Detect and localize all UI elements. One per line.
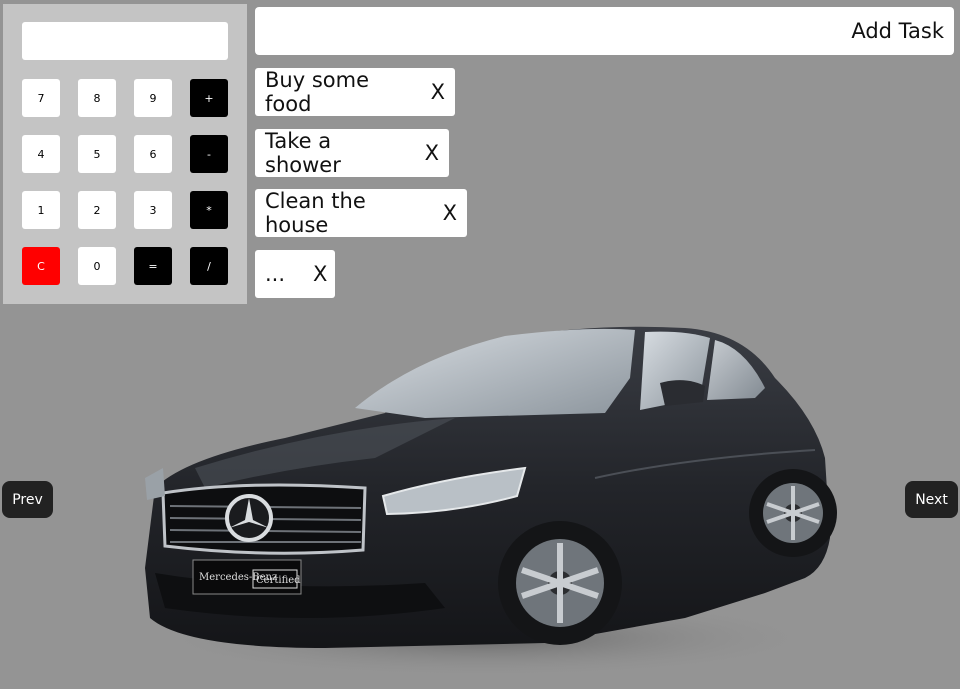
task-item: Buy some food X [255,68,455,116]
add-task-button[interactable]: Add Task [255,7,954,55]
key-3[interactable]: 3 [134,191,172,229]
key-4[interactable]: 4 [22,135,60,173]
calculator: 7 8 9 + 4 5 6 - 1 2 3 * C 0 = / [3,4,247,304]
key-9[interactable]: 9 [134,79,172,117]
task-item: Clean the house X [255,189,467,237]
prev-label: Prev [12,491,43,508]
key-7[interactable]: 7 [22,79,60,117]
key-1[interactable]: 1 [22,191,60,229]
task-text: Buy some food [265,68,369,116]
delete-task-button[interactable]: X [313,262,327,286]
delete-task-button[interactable]: X [443,201,457,225]
add-task-label: Add Task [851,19,944,43]
plate-badge: Certified [256,575,301,586]
next-label: Next [915,491,948,508]
task-item: ... X [255,250,335,298]
key-8[interactable]: 8 [78,79,116,117]
key-5[interactable]: 5 [78,135,116,173]
car-image: Mercedes-Benz Certified [145,326,837,678]
key-equals[interactable]: = [134,247,172,285]
delete-task-button[interactable]: X [425,141,439,165]
carousel-image: Mercedes-Benz Certified [125,318,845,685]
task-text: ... [265,262,286,286]
key-multiply[interactable]: * [190,191,228,229]
prev-button[interactable]: Prev [2,481,53,518]
delete-task-button[interactable]: X [431,80,445,104]
key-add[interactable]: + [190,79,228,117]
task-text: Clean the house [265,189,366,237]
key-subtract[interactable]: - [190,135,228,173]
calculator-display[interactable] [22,22,228,60]
key-clear[interactable]: C [22,247,60,285]
key-2[interactable]: 2 [78,191,116,229]
key-6[interactable]: 6 [134,135,172,173]
key-divide[interactable]: / [190,247,228,285]
next-button[interactable]: Next [905,481,958,518]
task-text: Take a shower [265,129,341,177]
task-item: Take a shower X [255,129,449,177]
key-0[interactable]: 0 [78,247,116,285]
